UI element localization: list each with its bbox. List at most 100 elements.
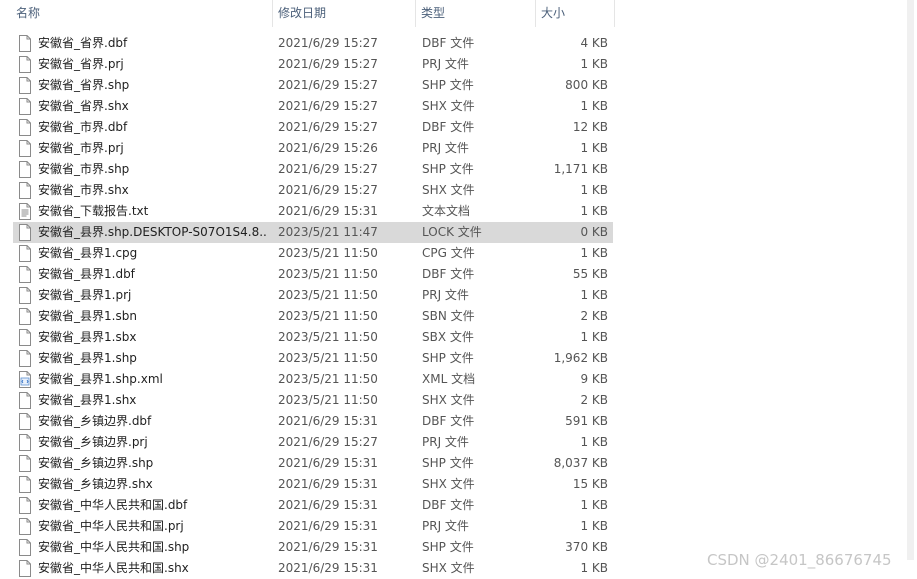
file-row[interactable]: 安徽省_县界1.cpg 2023/5/21 11:50 CPG 文件 1 KB: [13, 243, 613, 264]
file-row[interactable]: 安徽省_县界1.prj 2023/5/21 11:50 PRJ 文件 1 KB: [13, 285, 613, 306]
watermark: CSDN @2401_86676745: [707, 551, 892, 569]
file-icon: [19, 539, 31, 556]
file-row[interactable]: 安徽省_中华人民共和国.shx 2021/6/29 15:31 SHX 文件 1 KB: [13, 558, 613, 579]
file-name: 安徽省_下载报告.txt: [38, 204, 149, 218]
file-type: DBF 文件: [422, 414, 475, 428]
file-size: 15 KB: [572, 477, 608, 491]
file-type: LOCK 文件: [422, 225, 482, 239]
file-size: 12 KB: [572, 120, 608, 134]
column-header-name[interactable]: 名称 ⌃: [10, 0, 272, 27]
file-row[interactable]: 安徽省_县界1.sbn 2023/5/21 11:50 SBN 文件 2 KB: [13, 306, 613, 327]
file-name: 安徽省_乡镇边界.shx: [38, 477, 153, 491]
file-modified-date: 2023/5/21 11:50: [278, 330, 378, 344]
file-modified-date: 2021/6/29 15:31: [278, 540, 378, 554]
text-file-icon: [19, 203, 31, 220]
file-row[interactable]: 安徽省_下载报告.txt 2021/6/29 15:31 文本文档 1 KB: [13, 201, 613, 222]
file-modified-date: 2023/5/21 11:50: [278, 246, 378, 260]
file-name: 安徽省_省界.shp: [38, 78, 130, 92]
file-row[interactable]: 安徽省_乡镇边界.dbf 2021/6/29 15:31 DBF 文件 591 KB: [13, 411, 613, 432]
file-row[interactable]: 安徽省_中华人民共和国.dbf 2021/6/29 15:31 DBF 文件 1 KB: [13, 495, 613, 516]
file-size: 1 KB: [580, 561, 608, 575]
file-size: 4 KB: [580, 36, 608, 50]
file-modified-date: 2021/6/29 15:27: [278, 120, 378, 134]
file-row[interactable]: 安徽省_中华人民共和国.shp 2021/6/29 15:31 SHP 文件 370 …: [13, 537, 613, 558]
file-name: 安徽省_县界1.cpg: [38, 246, 138, 260]
file-modified-date: 2023/5/21 11:50: [278, 309, 378, 323]
file-icon: [19, 308, 31, 325]
column-header-date-label: 修改日期: [278, 6, 327, 20]
file-size: 1 KB: [580, 330, 608, 344]
file-row[interactable]: 安徽省_县界1.shp 2023/5/21 11:50 SHP 文件 1,962 KB: [13, 348, 613, 369]
file-modified-date: 2021/6/29 15:31: [278, 498, 378, 512]
file-modified-date: 2021/6/29 15:31: [278, 414, 378, 428]
vertical-scrollbar[interactable]: [903, 0, 917, 578]
file-row[interactable]: 安徽省_县界.shp.DESKTOP-S07O1S4.8... 2023/5/21…: [13, 222, 613, 243]
file-row[interactable]: 安徽省_省界.prj 2021/6/29 15:27 PRJ 文件 1 KB: [13, 54, 613, 75]
file-row[interactable]: 安徽省_市界.prj 2021/6/29 15:26 PRJ 文件 1 KB: [13, 138, 613, 159]
file-icon: [19, 413, 31, 430]
file-row[interactable]: 安徽省_乡镇边界.prj 2021/6/29 15:27 PRJ 文件 1 KB: [13, 432, 613, 453]
file-size: 2 KB: [580, 309, 608, 323]
column-header-size[interactable]: 大小: [535, 0, 614, 27]
file-modified-date: 2021/6/29 15:27: [278, 435, 378, 449]
file-name: 安徽省_中华人民共和国.dbf: [38, 498, 188, 512]
file-size: 1 KB: [580, 435, 608, 449]
file-modified-date: 2021/6/29 15:31: [278, 204, 378, 218]
file-name: 安徽省_市界.shx: [38, 183, 129, 197]
scrollbar-track[interactable]: [907, 0, 914, 560]
file-row[interactable]: 安徽省_县界1.sbx 2023/5/21 11:50 SBX 文件 1 KB: [13, 327, 613, 348]
file-size: 55 KB: [572, 267, 608, 281]
file-name: 安徽省_县界1.shx: [38, 393, 137, 407]
file-icon: [19, 392, 31, 409]
file-type: DBF 文件: [422, 120, 475, 134]
file-row[interactable]: 安徽省_市界.dbf 2021/6/29 15:27 DBF 文件 12 KB: [13, 117, 613, 138]
file-type: SBX 文件: [422, 330, 474, 344]
file-icon: [19, 434, 31, 451]
file-name: 安徽省_县界1.dbf: [38, 267, 135, 281]
file-modified-date: 2021/6/29 15:31: [278, 456, 378, 470]
file-modified-date: 2023/5/21 11:47: [278, 225, 378, 239]
file-type: SHP 文件: [422, 78, 474, 92]
file-modified-date: 2021/6/29 15:27: [278, 78, 378, 92]
file-name: 安徽省_市界.prj: [38, 141, 124, 155]
column-divider[interactable]: [614, 0, 615, 27]
chevron-up-icon: ⌃: [145, 0, 154, 7]
file-size: 591 KB: [565, 414, 608, 428]
file-row[interactable]: 安徽省_县界1.dbf 2023/5/21 11:50 DBF 文件 55 KB: [13, 264, 613, 285]
file-row[interactable]: 安徽省_市界.shp 2021/6/29 15:27 SHP 文件 1,171 KB: [13, 159, 613, 180]
file-size: 800 KB: [565, 78, 608, 92]
file-type: PRJ 文件: [422, 57, 469, 71]
file-type: XML 文档: [422, 372, 476, 386]
file-row[interactable]: 安徽省_县界1.shp.xml 2023/5/21 11:50 XML 文档 9 KB: [13, 369, 613, 390]
file-name: 安徽省_县界1.sbx: [38, 330, 137, 344]
file-size: 1 KB: [580, 99, 608, 113]
file-type: PRJ 文件: [422, 435, 469, 449]
file-row[interactable]: 安徽省_市界.shx 2021/6/29 15:27 SHX 文件 1 KB: [13, 180, 613, 201]
file-row[interactable]: 安徽省_乡镇边界.shx 2021/6/29 15:31 SHX 文件 15 KB: [13, 474, 613, 495]
file-name: 安徽省_市界.shp: [38, 162, 130, 176]
column-header-type[interactable]: 类型: [415, 0, 535, 27]
file-icon: [19, 77, 31, 94]
file-name: 安徽省_省界.prj: [38, 57, 124, 71]
file-name: 安徽省_市界.dbf: [38, 120, 128, 134]
file-row[interactable]: 安徽省_省界.shx 2021/6/29 15:27 SHX 文件 1 KB: [13, 96, 613, 117]
file-size: 2 KB: [580, 393, 608, 407]
file-modified-date: 2023/5/21 11:50: [278, 372, 378, 386]
file-name: 安徽省_县界1.sbn: [38, 309, 137, 323]
file-type: SHX 文件: [422, 393, 475, 407]
file-name: 安徽省_中华人民共和国.prj: [38, 519, 184, 533]
file-type: DBF 文件: [422, 267, 475, 281]
file-name: 安徽省_乡镇边界.prj: [38, 435, 148, 449]
file-modified-date: 2021/6/29 15:27: [278, 57, 378, 71]
file-row[interactable]: 安徽省_省界.shp 2021/6/29 15:27 SHP 文件 800 KB: [13, 75, 613, 96]
file-type: SHX 文件: [422, 183, 475, 197]
file-size: 370 KB: [565, 540, 608, 554]
file-row[interactable]: 安徽省_县界1.shx 2023/5/21 11:50 SHX 文件 2 KB: [13, 390, 613, 411]
file-row[interactable]: 安徽省_乡镇边界.shp 2021/6/29 15:31 SHP 文件 8,037 K…: [13, 453, 613, 474]
file-row[interactable]: 安徽省_省界.dbf 2021/6/29 15:27 DBF 文件 4 KB: [13, 33, 613, 54]
file-name: 安徽省_乡镇边界.shp: [38, 456, 154, 470]
column-header-bar: 名称 ⌃ 修改日期 类型 大小: [0, 0, 615, 27]
file-row[interactable]: 安徽省_中华人民共和国.prj 2021/6/29 15:31 PRJ 文件 1 KB: [13, 516, 613, 537]
file-name: 安徽省_县界1.shp: [38, 351, 137, 365]
column-header-date[interactable]: 修改日期: [272, 0, 415, 27]
